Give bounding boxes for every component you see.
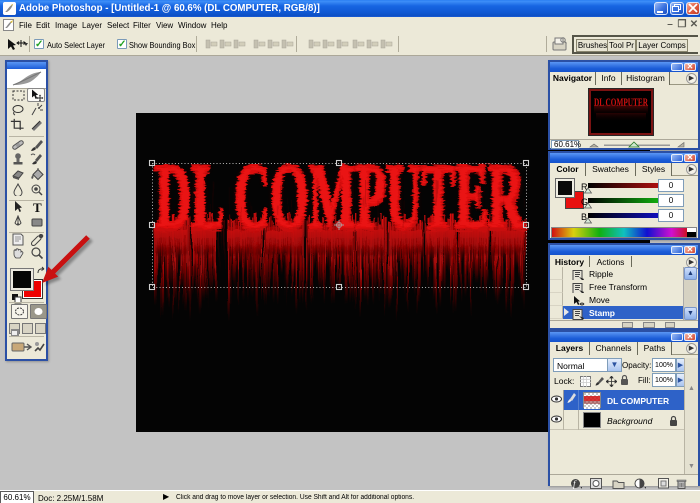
svg-text:T: T — [33, 200, 42, 214]
